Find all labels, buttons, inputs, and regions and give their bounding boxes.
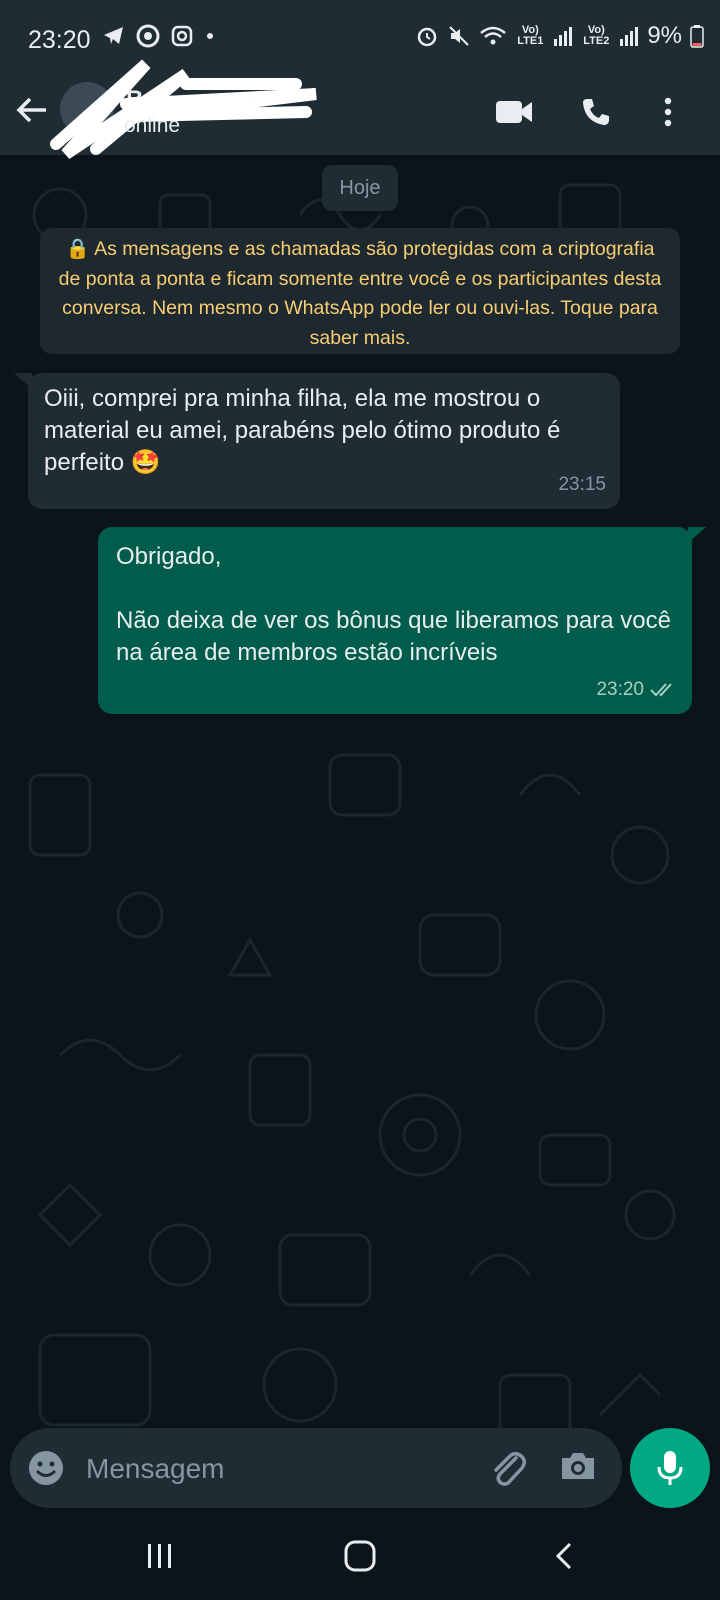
message-input[interactable] <box>84 1444 468 1494</box>
emoji-button[interactable] <box>26 1448 66 1488</box>
status-time: 23:20 <box>28 26 91 54</box>
home-icon <box>344 1540 376 1572</box>
date-chip: Hoje <box>322 165 398 211</box>
battery-icon <box>690 25 704 48</box>
dot-icon <box>207 33 213 39</box>
chevron-left-icon <box>555 1542 572 1570</box>
voice-message-button[interactable] <box>630 1428 710 1508</box>
contact-status: online <box>124 114 181 137</box>
mute-icon <box>449 26 470 46</box>
message-time: 23:15 <box>558 474 606 495</box>
sim2-label: Vo) LTE2 <box>583 24 610 47</box>
voice-call-button[interactable] <box>574 90 618 134</box>
wifi-icon <box>480 26 507 45</box>
alarm-icon <box>418 27 437 47</box>
incoming-message[interactable]: Oiii, comprei pra minha filha, ela me mo… <box>28 373 620 509</box>
message-text: Oiii, comprei pra minha filha, ela me mo… <box>44 385 567 476</box>
sim1-label: Vo) LTE1 <box>517 24 544 47</box>
message-text: Obrigado, Não deixa de ver os bônus que … <box>116 543 671 666</box>
signal-icon <box>620 27 639 46</box>
battery-percent: 9% <box>647 22 682 49</box>
avatar[interactable] <box>60 82 114 136</box>
system-nav-bar <box>0 1512 720 1600</box>
outgoing-message[interactable]: Obrigado, Não deixa de ver os bônus que … <box>98 527 692 714</box>
mic-icon <box>657 1451 683 1485</box>
more-options-button[interactable] <box>646 90 690 134</box>
voice-call-icon <box>583 99 609 125</box>
recents-button[interactable] <box>130 1534 190 1578</box>
home-button[interactable] <box>330 1534 390 1578</box>
back-nav-button[interactable] <box>534 1534 594 1578</box>
chrome-icon <box>136 24 160 48</box>
instagram-icon <box>171 25 193 47</box>
back-button[interactable] <box>12 90 52 130</box>
video-call-button[interactable] <box>492 90 536 134</box>
camera-button[interactable] <box>558 1446 602 1490</box>
back-arrow-icon <box>16 97 46 123</box>
telegram-icon <box>104 27 123 44</box>
emoji-icon <box>29 1451 63 1485</box>
status-bar: 23:20 Vo) LTE1 Vo) LTE2 9% <box>0 0 720 78</box>
double-check-icon <box>650 683 672 697</box>
chat-wallpaper <box>0 155 720 1500</box>
encryption-notice[interactable]: 🔒 As mensagens e as chamadas são protegi… <box>40 228 680 354</box>
more-options-icon <box>664 97 672 127</box>
attach-button[interactable] <box>486 1446 530 1490</box>
chat-header: B online <box>0 59 720 159</box>
recents-icon <box>148 1544 171 1568</box>
message-composer <box>10 1428 622 1508</box>
attach-icon <box>494 1452 526 1486</box>
camera-icon <box>562 1453 594 1479</box>
message-time: 23:20 <box>596 679 644 700</box>
contact-name[interactable]: B <box>126 86 143 114</box>
signal-icon <box>554 27 573 46</box>
video-call-icon <box>496 101 532 123</box>
